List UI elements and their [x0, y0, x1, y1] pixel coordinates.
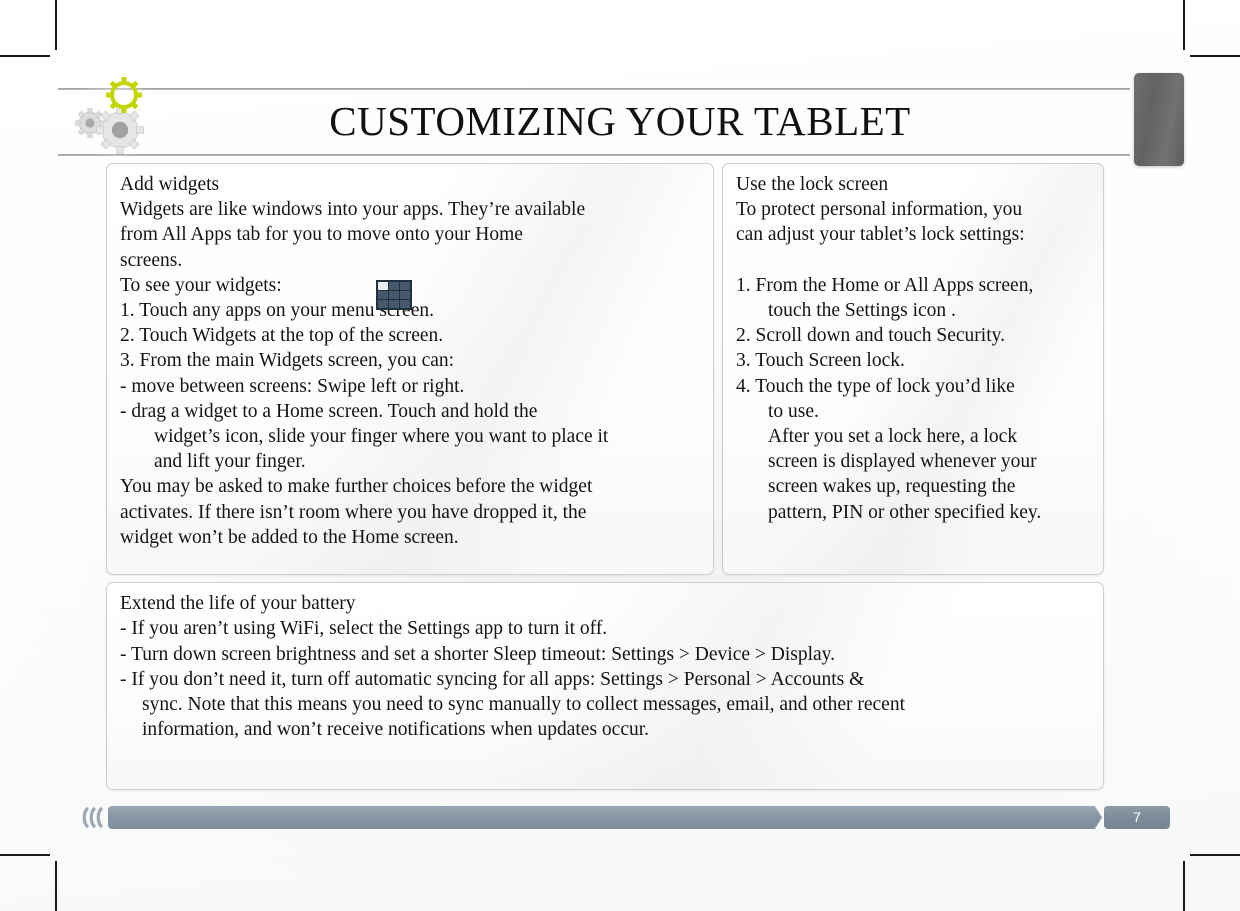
crop-mark-top-right-horizontal: [1190, 55, 1240, 57]
apps-grid-icon: [376, 280, 412, 310]
header-rule-bottom: [58, 154, 1130, 156]
box-left-line: You may be asked to make further choices…: [120, 476, 593, 498]
box-bottom-line: - Turn down screen brightness and set a …: [120, 643, 836, 665]
content-box-add-widgets: Add widgets Widgets are like windows int…: [106, 163, 714, 575]
crop-mark-top-left-horizontal: [0, 55, 50, 57]
box-left-heading: Add widgets: [120, 174, 220, 195]
box-right-line: After you set a lock here, a lock: [768, 426, 1018, 448]
gear-large-icon: [96, 106, 144, 154]
page-canvas: CUSTOMIZING YOUR TABLET Add widgets Widg…: [0, 0, 1240, 911]
chevrons-left-icon: [78, 806, 108, 829]
content-box-lock-screen: Use the lock screen To protect personal …: [722, 163, 1104, 575]
footer-bar-arrow: [1086, 806, 1102, 829]
box-left-line: screens.: [120, 249, 183, 271]
footer-bar: [108, 806, 1094, 829]
box-left-line: 2. Touch Widgets at the top of the scree…: [120, 325, 444, 347]
box-left-line: - drag a widget to a Home screen. Touch …: [120, 400, 538, 422]
crop-mark-bottom-left-horizontal: [0, 854, 50, 856]
box-right-line: To protect personal information, you: [736, 199, 1023, 221]
box-bottom-heading: Extend the life of your battery: [120, 593, 356, 614]
crop-mark-bottom-right-vertical: [1183, 861, 1185, 911]
box-bottom-line: sync. Note that this means you need to s…: [142, 694, 905, 716]
box-bottom-line: - If you aren’t using WiFi, select the S…: [120, 618, 608, 640]
gear-cluster-svg: [72, 74, 160, 162]
box-bottom-line: information, and won’t receive notificat…: [142, 719, 650, 741]
box-right-spacer: [736, 248, 1091, 273]
header-side-tab: [1134, 73, 1184, 166]
box-right-line: screen wakes up, requesting the: [768, 476, 1016, 498]
box-right-line: touch the Settings icon .: [768, 300, 956, 321]
box-right-line: pattern, PIN or other specified key.: [768, 501, 1042, 523]
box-right-heading: Use the lock screen: [736, 174, 889, 195]
box-right-line: 4. Touch the type of lock you’d like: [736, 375, 1015, 397]
box-left-line: 3. From the main Widgets screen, you can…: [120, 350, 455, 372]
box-left-line: widget won’t be added to the Home screen…: [120, 526, 459, 548]
page-number-badge: 7: [1104, 806, 1170, 829]
page-header: CUSTOMIZING YOUR TABLET: [0, 88, 1240, 158]
crop-mark-bottom-right-horizontal: [1190, 854, 1240, 856]
box-right-line: screen is displayed whenever your: [768, 451, 1037, 473]
box-right-line: 3. Touch Screen lock.: [736, 350, 905, 372]
box-right-line: to use.: [768, 400, 819, 422]
box-left-line: and lift your finger.: [154, 451, 306, 473]
crop-mark-top-right-vertical: [1183, 0, 1185, 50]
box-left-line: from All Apps tab for you to move onto y…: [120, 224, 523, 246]
box-left-line: activates. If there isn’t room where you…: [120, 501, 587, 523]
box-right-line: 1. From the Home or All Apps screen,: [736, 274, 1034, 296]
box-right-line: 2. Scroll down and touch Security.: [736, 325, 1005, 347]
gear-cluster: [68, 68, 164, 164]
box-right-line: can adjust your tablet’s lock settings:: [736, 224, 1025, 246]
page-footer: 7: [0, 806, 1240, 832]
box-bottom-line: - If you don’t need it, turn off automat…: [120, 668, 865, 690]
box-left-line: Widgets are like windows into your apps.…: [120, 199, 586, 221]
crop-mark-bottom-left-vertical: [55, 861, 57, 911]
page-title: CUSTOMIZING YOUR TABLET: [329, 98, 911, 144]
content-box-battery-life: Extend the life of your battery - If you…: [106, 582, 1104, 790]
box-left-line: widget’s icon, slide your finger where y…: [154, 426, 609, 448]
box-left-line: - move between screens: Swipe left or ri…: [120, 375, 465, 397]
crop-mark-top-left-vertical: [55, 0, 57, 50]
